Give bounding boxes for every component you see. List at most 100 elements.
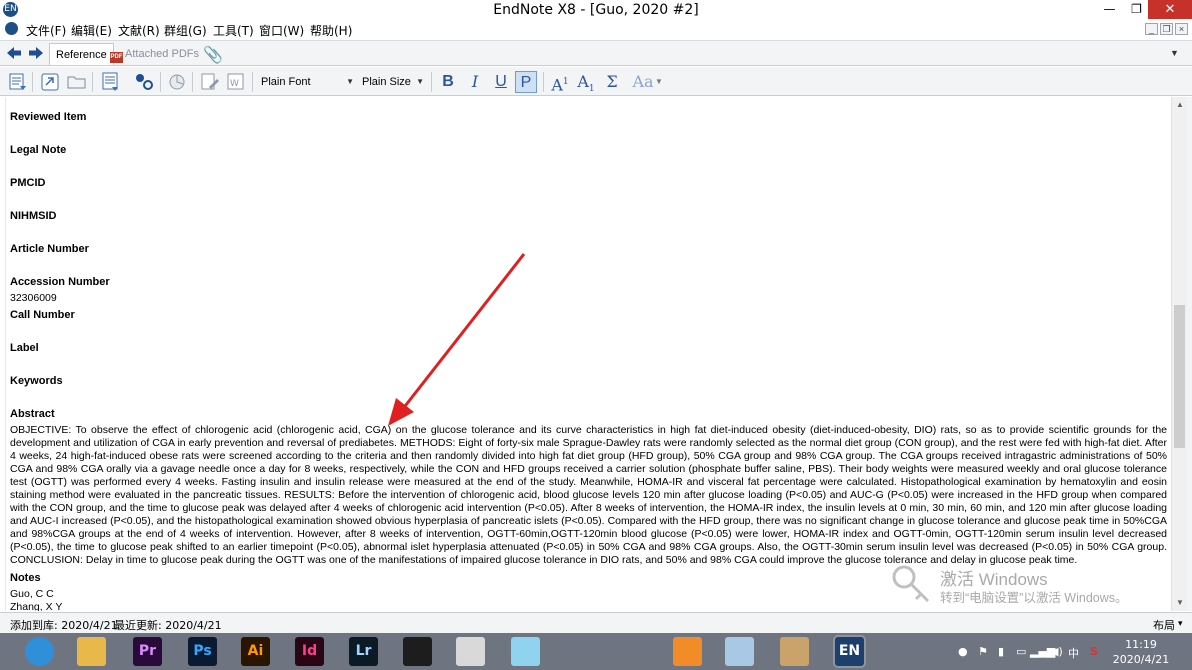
link-icon[interactable] <box>39 71 61 93</box>
superscript-base: A <box>551 75 563 95</box>
layout-button[interactable]: 布局 <box>1153 617 1175 633</box>
minimize-button[interactable]: — <box>1096 0 1123 19</box>
field-label-article-number: Article Number <box>10 243 89 255</box>
menu-groups[interactable]: 群组(G) <box>164 22 207 39</box>
chevron-down-icon[interactable]: ▼ <box>1170 48 1179 58</box>
taskbar-app-illustrator[interactable]: Ai <box>236 635 276 668</box>
taskbar-app-browser-360[interactable] <box>20 635 60 668</box>
symbol-button[interactable]: Σ <box>601 71 623 93</box>
menu-references[interactable]: 文献(R) <box>118 22 160 39</box>
taskbar-app-lightroom[interactable]: Lr <box>344 635 384 668</box>
flag-tray-icon[interactable]: ⚑ <box>978 645 988 658</box>
underline-button[interactable]: U <box>490 71 512 93</box>
sogou-tray-icon[interactable]: S <box>1090 645 1098 658</box>
taskbar-app-player[interactable] <box>668 635 708 668</box>
scroll-down-icon[interactable]: ▼ <box>1172 595 1188 611</box>
close-button[interactable]: ✕ <box>1148 0 1192 19</box>
window-edge <box>1187 97 1192 611</box>
premiere-icon: Pr <box>133 637 162 666</box>
superscript-mark: 1 <box>562 77 569 87</box>
menu-window[interactable]: 窗口(W) <box>259 22 304 39</box>
taskbar-app-qq[interactable] <box>560 635 600 668</box>
layout-dropdown-icon[interactable]: ▾ <box>1178 619 1183 629</box>
volume-tray-icon[interactable]: ◀) <box>1050 645 1063 658</box>
font-select[interactable]: Plain Font ▼ <box>261 73 354 91</box>
field-label-nihmsid: NIHMSID <box>10 210 57 222</box>
document-icon[interactable] <box>5 22 18 35</box>
find-full-text-icon[interactable] <box>134 71 156 93</box>
italic-button[interactable]: I <box>464 71 486 93</box>
reference-list-icon[interactable] <box>100 71 122 93</box>
reference-tab-bar: Reference PDF Attached PDFs <box>0 40 1192 66</box>
toolbar-separator <box>160 72 161 92</box>
mdi-restore-button[interactable]: ❐ <box>1160 23 1173 35</box>
size-select[interactable]: Plain Size ▼ <box>362 73 424 91</box>
taskbar-app-notepad[interactable] <box>720 635 760 668</box>
case-dropdown-arrow-icon[interactable]: ▼ <box>655 77 663 86</box>
taskbar-app-chrome[interactable] <box>614 635 654 668</box>
font-select-value: Plain Font <box>261 76 311 88</box>
plain-button[interactable]: P <box>515 71 537 93</box>
subscript-mark: 1 <box>588 84 595 95</box>
menu-help[interactable]: 帮助(H) <box>310 22 352 39</box>
online-search-icon[interactable] <box>166 71 188 93</box>
battery-tray-icon[interactable]: ▮ <box>998 645 1004 658</box>
superscript-button[interactable]: A1 <box>549 71 571 95</box>
menu-file[interactable]: 文件(F) <box>26 22 66 39</box>
insert-citation-icon[interactable] <box>7 71 29 93</box>
back-arrow-icon[interactable] <box>6 46 22 60</box>
added-date: 添加到库: 2020/4/21 <box>10 619 118 632</box>
svg-text:W: W <box>230 79 239 89</box>
window-title: EndNote X8 - [Guo, 2020 #2] <box>493 2 699 18</box>
field-value-notes-line1[interactable]: Guo, C C <box>10 588 54 600</box>
taskbar-app-video-editor[interactable] <box>398 635 438 668</box>
field-value-notes-line2[interactable]: Zhang, X Y <box>10 601 62 611</box>
bird-app-icon <box>511 637 540 666</box>
open-folder-icon[interactable] <box>66 71 88 93</box>
ime-indicator[interactable]: 中 <box>1068 645 1079 661</box>
menu-tools[interactable]: 工具(T) <box>213 22 254 39</box>
file-explorer-icon <box>77 637 106 666</box>
device-tray-icon[interactable]: ▭ <box>1016 645 1026 658</box>
word-document-icon[interactable]: W <box>225 71 247 93</box>
taskbar-app-pdf-reader[interactable] <box>451 635 491 668</box>
mdi-close-button[interactable]: × <box>1175 23 1188 35</box>
toolbar-separator <box>431 72 432 92</box>
taskbar-app-indesign[interactable]: Id <box>290 635 330 668</box>
taskbar-app-premiere[interactable]: Pr <box>128 635 168 668</box>
system-clock[interactable]: 11:19 2020/4/21 <box>1112 637 1170 667</box>
scroll-up-icon[interactable]: ▲ <box>1172 97 1188 113</box>
subscript-button[interactable]: A1 <box>575 71 597 95</box>
qq-tray-icon[interactable]: ● <box>958 645 968 658</box>
taskbar-app-photoshop[interactable]: Ps <box>183 635 223 668</box>
clock-time: 11:19 <box>1125 638 1157 651</box>
annotation-arrow <box>388 253 526 426</box>
edit-document-icon[interactable] <box>199 71 221 93</box>
player-icon <box>673 637 702 666</box>
mdi-minimize-button[interactable]: _ <box>1145 23 1158 35</box>
field-value-abstract[interactable]: OBJECTIVE: To observe the effect of chlo… <box>10 424 1167 567</box>
field-value-accession-number[interactable]: 32306009 <box>10 292 57 304</box>
field-label-keywords: Keywords <box>10 375 63 387</box>
scroll-thumb[interactable] <box>1174 305 1185 448</box>
dropdown-arrow-icon: ▼ <box>416 77 424 86</box>
field-label-reviewed-item: Reviewed Item <box>10 111 87 123</box>
field-label-legal-note: Legal Note <box>10 144 67 156</box>
taskbar-app-file-explorer[interactable] <box>72 635 112 668</box>
taskbar-app-endnote[interactable]: EN <box>830 635 870 668</box>
chrome-icon <box>619 637 648 666</box>
reference-editor[interactable]: Reviewed Item Legal Note PMCID NIHMSID A… <box>5 97 1171 611</box>
change-case-button[interactable]: Aa <box>630 71 656 93</box>
tab-attached-pdfs[interactable]: PDF Attached PDFs <box>104 43 205 65</box>
maximize-button[interactable]: ❐ <box>1123 0 1150 19</box>
tool-app-icon <box>780 637 809 666</box>
paperclip-icon[interactable]: 📎 <box>203 45 223 64</box>
forward-arrow-icon[interactable] <box>28 46 44 60</box>
taskbar-app-bird-app[interactable] <box>506 635 546 668</box>
taskbar-app-tool-app[interactable] <box>775 635 815 668</box>
toolbar-separator <box>252 72 253 92</box>
toolbar-separator <box>92 72 93 92</box>
vertical-scrollbar[interactable]: ▲ ▼ <box>1171 97 1187 611</box>
menu-edit[interactable]: 编辑(E) <box>71 22 112 39</box>
bold-button[interactable]: B <box>437 71 459 93</box>
